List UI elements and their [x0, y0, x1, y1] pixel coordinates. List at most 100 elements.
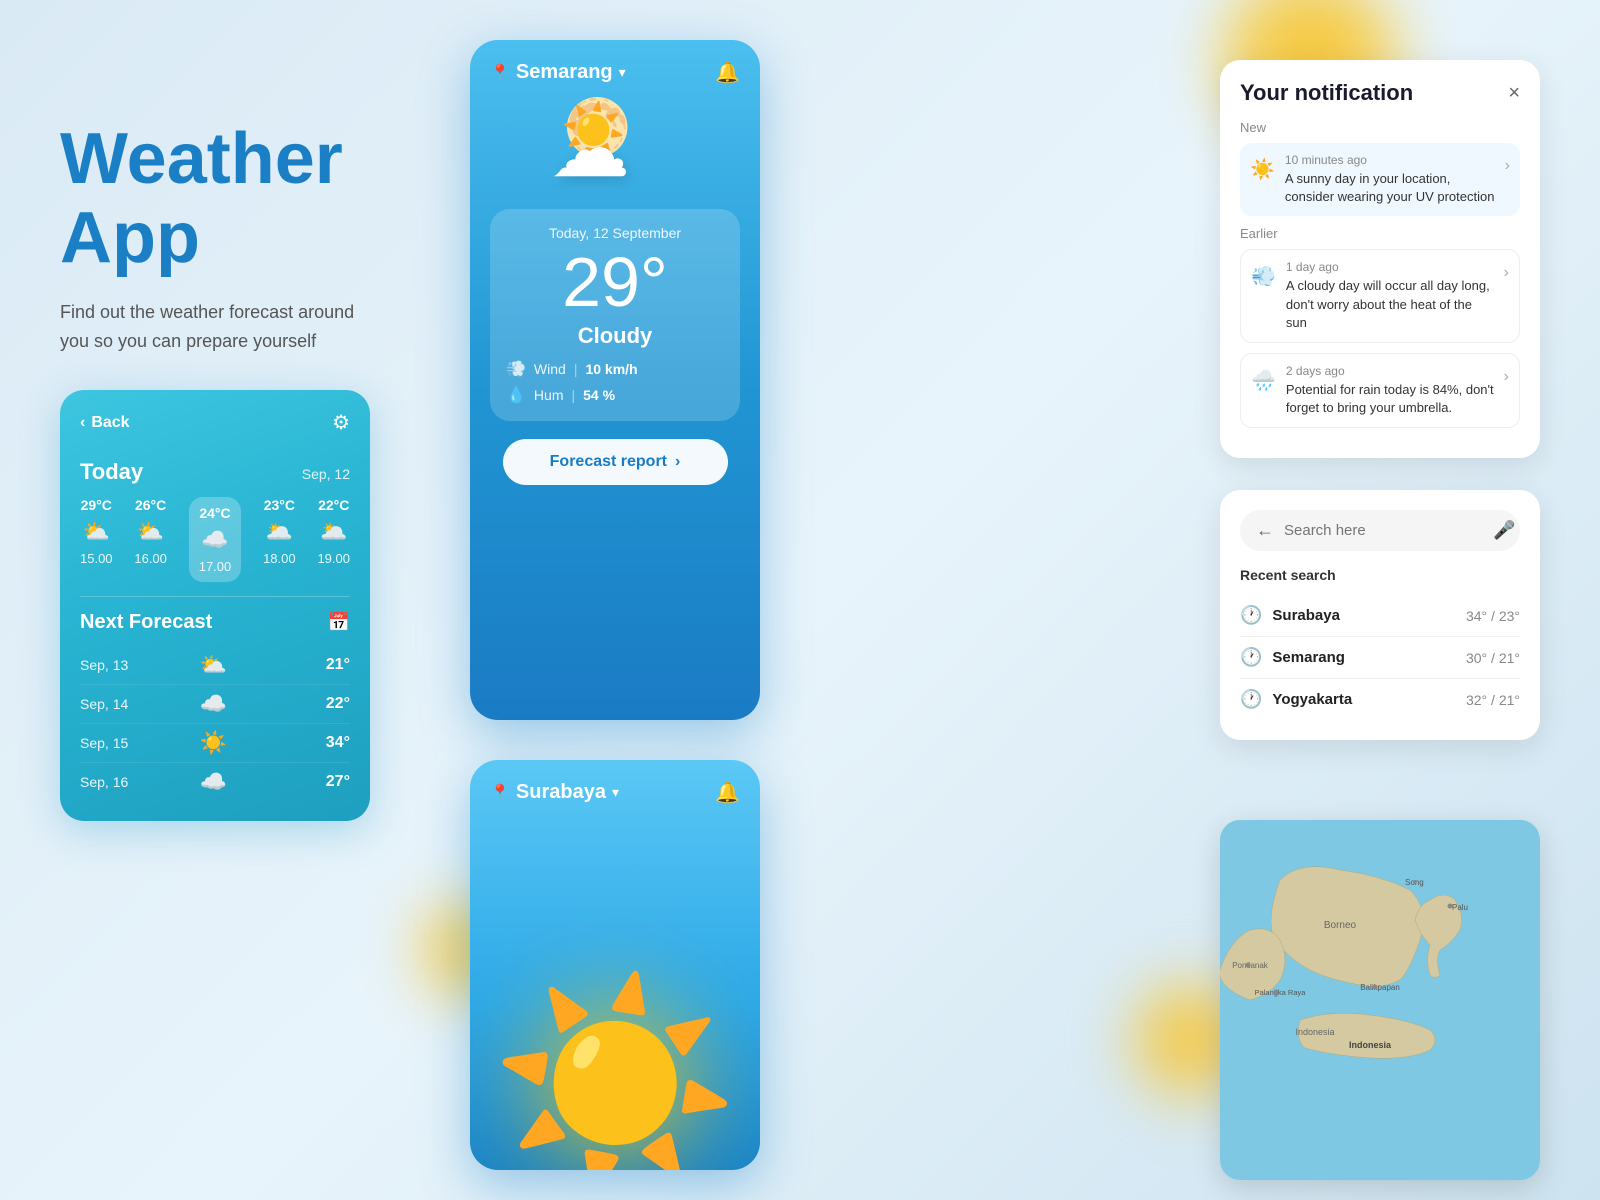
notification-time-2: 2 days ago — [1286, 364, 1494, 378]
search-back-icon[interactable]: ← — [1256, 520, 1274, 541]
hum-sep: | — [571, 387, 575, 403]
temperature-box: Today, 12 September 29° Cloudy 💨 Wind | … — [490, 209, 740, 421]
nf-temp-3: 27° — [326, 773, 350, 791]
forecast-report-button[interactable]: Forecast report › — [503, 439, 728, 485]
expand-chevron-0[interactable]: › — [1505, 157, 1510, 175]
nf-icon-1: ☁️ — [199, 691, 226, 717]
forecast-btn-label: Forecast report — [550, 453, 667, 471]
notification-title: Your notification — [1240, 80, 1413, 106]
search-result-1[interactable]: 🕐 Semarang 30° / 21° — [1240, 637, 1520, 679]
humidity-icon: 💧 — [506, 385, 526, 405]
humidity-row: 💧 Hum | 54 % — [506, 385, 724, 405]
nf-row-2: Sep, 15 ☀️ 34° — [80, 724, 350, 763]
hourly-item-4[interactable]: 22°C 🌥️ 19.00 — [317, 497, 350, 582]
hourly-item-3[interactable]: 23°C 🌥️ 18.00 — [263, 497, 296, 582]
left-forecast-card: ‹ Back ⚙ Today Sep, 12 29°C ⛅ 15.00 26°C… — [60, 390, 370, 821]
chevron-right-icon: › — [675, 453, 680, 471]
notification-content-2: 2 days ago Potential for rain today is 8… — [1286, 364, 1494, 417]
weather-condition: Cloudy — [506, 323, 724, 349]
hourly-item-1[interactable]: 26°C ⛅ 16.00 — [134, 497, 167, 582]
nf-temp-0: 21° — [326, 656, 350, 674]
hourly-item-0[interactable]: 29°C ⛅ 15.00 — [80, 497, 113, 582]
settings-icon[interactable]: ⚙ — [332, 410, 350, 435]
next-forecast-label: Next Forecast — [80, 611, 212, 634]
surabaya-location-name: Surabaya — [516, 781, 606, 804]
hourly-time-4: 19.00 — [317, 551, 350, 566]
chevron-left-icon: ‹ — [80, 414, 85, 432]
nf-date-2: Sep, 15 — [80, 735, 145, 751]
svg-text:Palangka Raya: Palangka Raya — [1255, 988, 1307, 997]
new-section-label: New — [1240, 120, 1520, 135]
search-city-1: Semarang — [1272, 649, 1345, 666]
calendar-icon[interactable]: 📅 — [328, 612, 350, 633]
hourly-item-2-selected[interactable]: 24°C ☁️ 17.00 — [189, 497, 242, 582]
earlier-section-label: Earlier — [1240, 226, 1520, 241]
map-area: Borneo Indonesia Pontianak Indonesia Pal… — [1220, 820, 1540, 1180]
notification-item-2[interactable]: 🌧️ 2 days ago Potential for rain today i… — [1240, 353, 1520, 428]
search-result-2[interactable]: 🕐 Yogyakarta 32° / 21° — [1240, 679, 1520, 720]
indonesia-map: Borneo Indonesia Pontianak Indonesia Pal… — [1220, 820, 1540, 1180]
surabaya-chevron-icon[interactable]: ▾ — [612, 784, 619, 801]
notification-panel: Your notification × New ☀️ 10 minutes ag… — [1220, 60, 1540, 458]
wind-row: 💨 Wind | 10 km/h — [506, 359, 724, 379]
expand-chevron-2[interactable]: › — [1504, 368, 1509, 386]
notification-time-1: 1 day ago — [1286, 260, 1494, 274]
search-bar[interactable]: ← 🎤 — [1240, 510, 1520, 551]
nf-date-3: Sep, 16 — [80, 774, 145, 790]
back-button[interactable]: ‹ Back — [80, 414, 130, 432]
humidity-label: Hum — [534, 387, 564, 403]
notification-time-0: 10 minutes ago — [1285, 153, 1495, 167]
surabaya-card: 📍 Surabaya ▾ 🔔 ☀️ — [470, 760, 760, 1170]
temperature-value: 29° — [506, 247, 724, 317]
clock-icon-1: 🕐 — [1240, 647, 1262, 668]
hero-subtitle: Find out the weather forecast around you… — [60, 298, 380, 356]
notification-text-0: A sunny day in your location, consider w… — [1285, 170, 1495, 206]
search-input[interactable] — [1284, 522, 1483, 539]
cloud-icon: ☁ — [550, 102, 630, 195]
wind-notification-icon: 💨 — [1251, 264, 1276, 289]
svg-text:Borneo: Borneo — [1324, 920, 1357, 931]
nf-icon-2: ☀️ — [199, 730, 226, 756]
hourly-time-0: 15.00 — [80, 551, 113, 566]
search-city-2: Yogyakarta — [1272, 691, 1352, 708]
nf-icon-3: ☁️ — [199, 769, 226, 795]
card-top-row: ‹ Back ⚙ — [80, 410, 350, 435]
search-panel: ← 🎤 Recent search 🕐 Surabaya 34° / 23° 🕐… — [1220, 490, 1540, 740]
svg-text:Indonesia: Indonesia — [1349, 1040, 1392, 1050]
close-icon[interactable]: × — [1508, 82, 1520, 105]
notification-bell-icon[interactable]: 🔔 — [715, 60, 740, 85]
surabaya-bell-icon[interactable]: 🔔 — [715, 780, 740, 805]
nf-row-1: Sep, 14 ☁️ 22° — [80, 685, 350, 724]
clock-icon-2: 🕐 — [1240, 689, 1262, 710]
hourly-temp-4: 22°C — [318, 497, 349, 513]
hourly-row: 29°C ⛅ 15.00 26°C ⛅ 16.00 24°C ☁️ 17.00 … — [80, 497, 350, 582]
wind-sep: | — [574, 361, 578, 377]
notification-item-1[interactable]: 💨 1 day ago A cloudy day will occur all … — [1240, 249, 1520, 343]
rain-notification-icon: 🌧️ — [1251, 368, 1276, 393]
svg-text:Indonesia: Indonesia — [1295, 1027, 1334, 1037]
svg-text:Balikpapan: Balikpapan — [1360, 983, 1400, 992]
humidity-value: 54 % — [583, 387, 615, 403]
notification-content-1: 1 day ago A cloudy day will occur all da… — [1286, 260, 1494, 332]
surabaya-sun-icon: ☀️ — [490, 985, 739, 1170]
location-chevron-icon[interactable]: ▾ — [619, 64, 626, 81]
hourly-temp-3: 23°C — [264, 497, 295, 513]
semarang-card: 📍 Semarang ▾ 🔔 🌕 ☀️ ☁ Today, 12 Septembe… — [470, 40, 760, 720]
hourly-temp-0: 29°C — [81, 497, 112, 513]
wind-value: 10 km/h — [585, 361, 637, 377]
nf-row-0: Sep, 13 ⛅ 21° — [80, 646, 350, 685]
nf-temp-1: 22° — [326, 695, 350, 713]
nf-date-1: Sep, 14 — [80, 696, 145, 712]
clock-icon-0: 🕐 — [1240, 605, 1262, 626]
wind-icon: 💨 — [506, 359, 526, 379]
notification-item-0[interactable]: ☀️ 10 minutes ago A sunny day in your lo… — [1240, 143, 1520, 216]
hero-title: WeatherApp — [60, 120, 380, 278]
expand-chevron-1[interactable]: › — [1504, 264, 1509, 282]
microphone-icon[interactable]: 🎤 — [1493, 520, 1515, 541]
hourly-icon-3: 🌥️ — [266, 519, 293, 545]
hourly-icon-4: 🌥️ — [320, 519, 347, 545]
notification-text-1: A cloudy day will occur all day long, do… — [1286, 277, 1494, 332]
search-result-0[interactable]: 🕐 Surabaya 34° / 23° — [1240, 595, 1520, 637]
surabaya-location-row: 📍 Surabaya ▾ 🔔 — [490, 780, 740, 805]
search-temp-2: 32° / 21° — [1466, 692, 1520, 708]
